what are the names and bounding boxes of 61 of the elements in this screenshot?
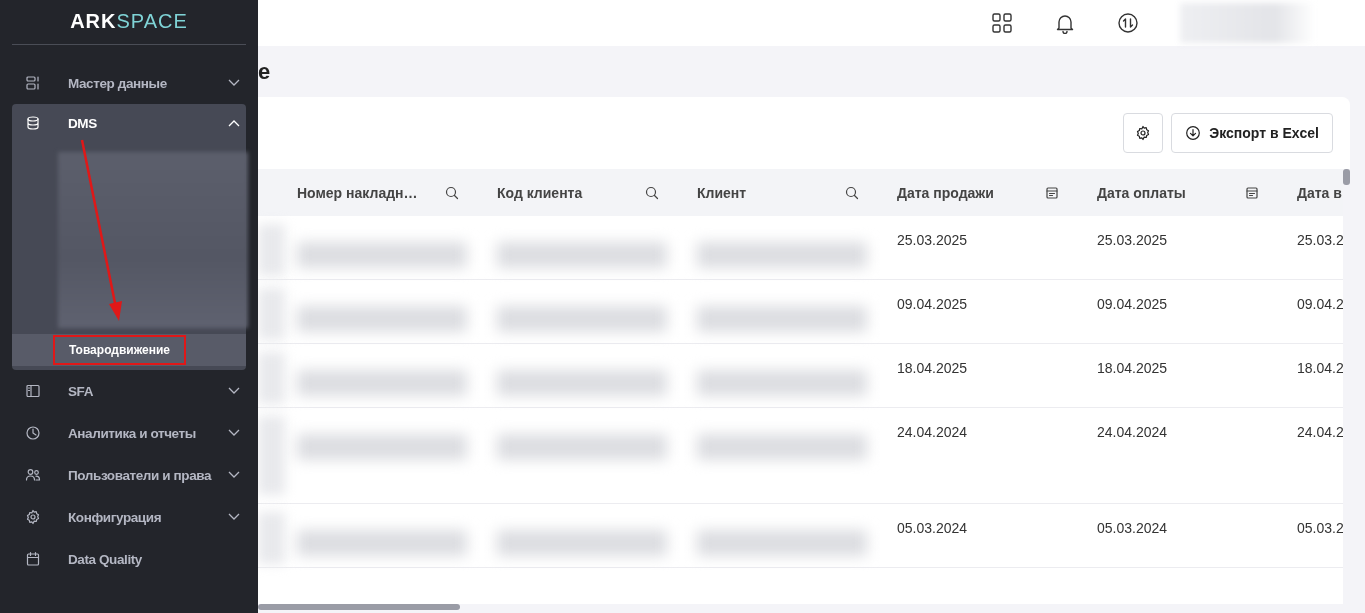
calendar-icon	[25, 551, 41, 567]
database-icon	[25, 115, 41, 131]
page-title: е	[258, 58, 271, 85]
table-cell: 18.04.2025	[897, 360, 968, 376]
table-cell: 05.03.2	[1297, 520, 1343, 536]
users-icon	[25, 467, 41, 483]
download-icon	[1185, 125, 1202, 141]
settings-icon	[1135, 125, 1152, 141]
settings-button[interactable]	[1123, 113, 1164, 153]
table-cell: 18.04.2	[1297, 360, 1343, 376]
bell-icon[interactable]	[1054, 12, 1076, 34]
sidebar-item[interactable]: DMS	[12, 104, 246, 142]
table-cell: 05.03.2024	[1097, 520, 1168, 536]
column-header[interactable]: Клиент	[697, 184, 747, 201]
chevron-up-icon	[228, 119, 240, 127]
table-cell: 25.03.2025	[897, 232, 968, 248]
column-header[interactable]: Номер накладн…	[297, 184, 418, 201]
calendar-icon	[1044, 184, 1060, 201]
column-header[interactable]: Дата в	[1297, 184, 1342, 201]
chevron-down-icon	[228, 471, 240, 479]
clock-icon	[25, 425, 41, 441]
column-header[interactable]: Дата продажи	[897, 184, 994, 201]
logo: ARKSPACE	[12, 0, 246, 45]
table-cell: 09.04.2025	[1097, 296, 1168, 312]
column-header[interactable]: Код клиента	[497, 184, 583, 201]
table-cell: 24.04.2	[1297, 424, 1343, 440]
table-cell: 25.03.2025	[1097, 232, 1168, 248]
blurred-cell	[258, 224, 285, 276]
chevron-down-icon	[228, 513, 240, 521]
sidebar-item[interactable]: Аналитика и отчеты	[12, 412, 246, 454]
sidebar-item[interactable]: SFA	[12, 370, 246, 412]
blurred-cell	[258, 352, 285, 404]
column-header[interactable]: Дата оплаты	[1097, 184, 1186, 201]
transfer-icon[interactable]	[1117, 12, 1139, 34]
table-cell: 24.04.2024	[897, 424, 968, 440]
sidebar-item[interactable]: Мастер данные	[12, 62, 246, 104]
calendar-icon	[1244, 184, 1260, 201]
search-icon	[844, 184, 860, 201]
table-cell: 25.03.2	[1297, 232, 1343, 248]
panel-icon	[25, 383, 41, 399]
search-icon	[644, 184, 660, 201]
sidebar-item[interactable]: Data Quality	[12, 538, 246, 580]
export-button[interactable]: Экспорт в Excel	[1171, 113, 1333, 153]
table-cell: 05.03.2024	[897, 520, 968, 536]
apps-icon[interactable]	[991, 12, 1013, 34]
table-cell: 24.04.2024	[1097, 424, 1168, 440]
table-cell: 09.04.2	[1297, 296, 1343, 312]
sidebar-item[interactable]: Пользователи и права	[12, 454, 246, 496]
blurred-cell	[258, 512, 285, 564]
blurred-cell	[258, 288, 285, 340]
table-cell: 18.04.2025	[1097, 360, 1168, 376]
chevron-down-icon	[228, 387, 240, 395]
list-icon	[25, 75, 41, 91]
table-cell: 09.04.2025	[897, 296, 968, 312]
search-icon	[444, 184, 460, 201]
chevron-down-icon	[228, 79, 240, 87]
settings-icon	[25, 509, 41, 525]
submenu-item[interactable]: Товародвижение	[53, 335, 186, 365]
chevron-down-icon	[228, 429, 240, 437]
horizontal-scrollbar[interactable]	[258, 604, 1350, 613]
sidebar-item[interactable]: Конфигурация	[12, 496, 246, 538]
